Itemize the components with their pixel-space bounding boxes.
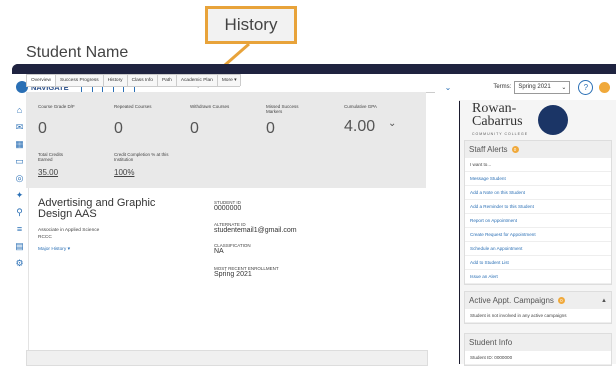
degree-text: Associate in Applied Science [38, 228, 100, 233]
action-report-appointment[interactable]: Report on Appointment [465, 214, 611, 228]
major-history-label: Major History [38, 247, 67, 252]
enrollment-value: Spring 2021 [214, 271, 252, 278]
search-icon[interactable]: ⚲ [15, 208, 24, 217]
action-issue-alert[interactable]: Issue an Alert [465, 270, 611, 284]
logo-line2: Cabarrus [472, 114, 523, 129]
calendar-icon[interactable]: ▦ [15, 140, 24, 149]
campaigns-panel: Active Appt. Campaigns 0 ▲ Student is no… [464, 291, 612, 324]
staff-alerts-header: Staff Alerts 0 [465, 141, 611, 158]
action-create-request[interactable]: Create Request for Appointment [465, 228, 611, 242]
student-info-panel: Student Info Student ID: 0000000 [464, 333, 612, 366]
completion-value[interactable]: 100% [114, 168, 134, 177]
action-schedule-appointment[interactable]: Schedule an Appointment [465, 242, 611, 256]
chevron-down-icon[interactable]: ⌄ [445, 83, 452, 92]
staff-alerts-panel: Staff Alerts 0 I want to... Message Stud… [464, 140, 612, 285]
school-text: RCCC [38, 235, 52, 240]
missed-label: Missed Success Markers [266, 104, 299, 114]
action-add-note[interactable]: Add a Note on this Student [465, 186, 611, 200]
total-credits-value[interactable]: 35.00 [38, 168, 58, 177]
tab-more[interactable]: More ▾ [216, 74, 242, 86]
campaigns-text: Student is not involved in any active ca… [465, 309, 611, 323]
tab-history[interactable]: History [102, 74, 128, 86]
tab-class-info[interactable]: Class Info [126, 74, 158, 86]
chevron-down-icon: ⌄ [561, 84, 567, 91]
list-icon[interactable]: ≡ [15, 225, 24, 234]
campaigns-badge: 0 [557, 297, 565, 304]
help-button[interactable]: ? [578, 79, 594, 95]
settings-icon[interactable]: ⚙ [15, 259, 24, 268]
staff-alerts-badge: 0 [511, 146, 519, 153]
student-id-value: 0000000 [214, 205, 242, 212]
i-want-to-label: I want to... [465, 158, 611, 172]
repeated-value: 0 [114, 120, 123, 137]
history-callout: History [205, 6, 297, 44]
logo-text: Rowan- Cabarrus [472, 102, 523, 129]
total-credits-label: Total Credits Earned [38, 152, 64, 162]
withdrawn-value: 0 [190, 120, 199, 137]
campaigns-title: Active Appt. Campaigns [469, 296, 554, 305]
student-tabs: Overview Success Progress History Class … [26, 74, 242, 87]
logo-emblem-icon [538, 105, 568, 135]
collapse-icon[interactable]: ▲ [601, 298, 607, 304]
completion-label: Credit Completion % at this Institution [114, 152, 169, 162]
user-avatar[interactable] [599, 81, 611, 93]
term-select[interactable]: Spring 2021 ⌄ [514, 80, 571, 94]
home-icon[interactable]: ⌂ [15, 106, 24, 115]
inbox-icon[interactable]: ✉ [15, 123, 24, 132]
gpa-label: Cumulative GPA [344, 104, 377, 109]
student-info-title: Student Info [465, 334, 611, 351]
top-strip [12, 64, 616, 74]
terms-label: Terms: [493, 84, 512, 90]
card-icon[interactable]: ▭ [15, 157, 24, 166]
pin-icon[interactable]: ✦ [15, 191, 24, 200]
withdrawn-label: Withdrawn Courses [190, 104, 230, 109]
classification-value: NA [214, 248, 224, 255]
tab-success-progress[interactable]: Success Progress [55, 74, 104, 86]
logo-subtitle: COMMUNITY COLLEGE [472, 132, 529, 136]
missed-value: 0 [266, 120, 275, 137]
program-title: Advertising and Graphic Design AAS [38, 197, 156, 220]
term-value: Spring 2021 [518, 84, 551, 90]
course-grade-value: 0 [38, 120, 47, 137]
action-add-to-list[interactable]: Add to Student List [465, 256, 611, 270]
staff-alerts-title: Staff Alerts [469, 145, 508, 154]
alt-id-value: studentemail1@gmail.com [214, 227, 297, 234]
student-name-heading: Student Name [26, 44, 129, 61]
chat-icon[interactable]: ▤ [15, 242, 24, 251]
tab-path[interactable]: Path [156, 74, 177, 86]
tab-academic-plan[interactable]: Academic Plan [175, 74, 218, 86]
student-info-text: Student ID: 0000000 [465, 351, 611, 365]
gpa-value: 4.00 [344, 118, 376, 135]
action-message-student[interactable]: Message Student [465, 172, 611, 186]
repeated-label: Repeated Courses [114, 104, 152, 109]
gpa-chevron-down-icon[interactable]: ⌄ [388, 118, 396, 129]
globe-icon[interactable]: ◎ [15, 174, 24, 183]
campaigns-header: Active Appt. Campaigns 0 ▲ [465, 292, 611, 309]
action-add-reminder[interactable]: Add a Reminder to this Student [465, 200, 611, 214]
major-history-link[interactable]: Major History ▾ [38, 247, 70, 252]
course-grade-label: Course Grade D/F [38, 104, 75, 109]
tab-overview[interactable]: Overview [26, 74, 56, 86]
stats-panel: Course Grade D/F 0 Repeated Courses 0 Wi… [26, 92, 426, 188]
